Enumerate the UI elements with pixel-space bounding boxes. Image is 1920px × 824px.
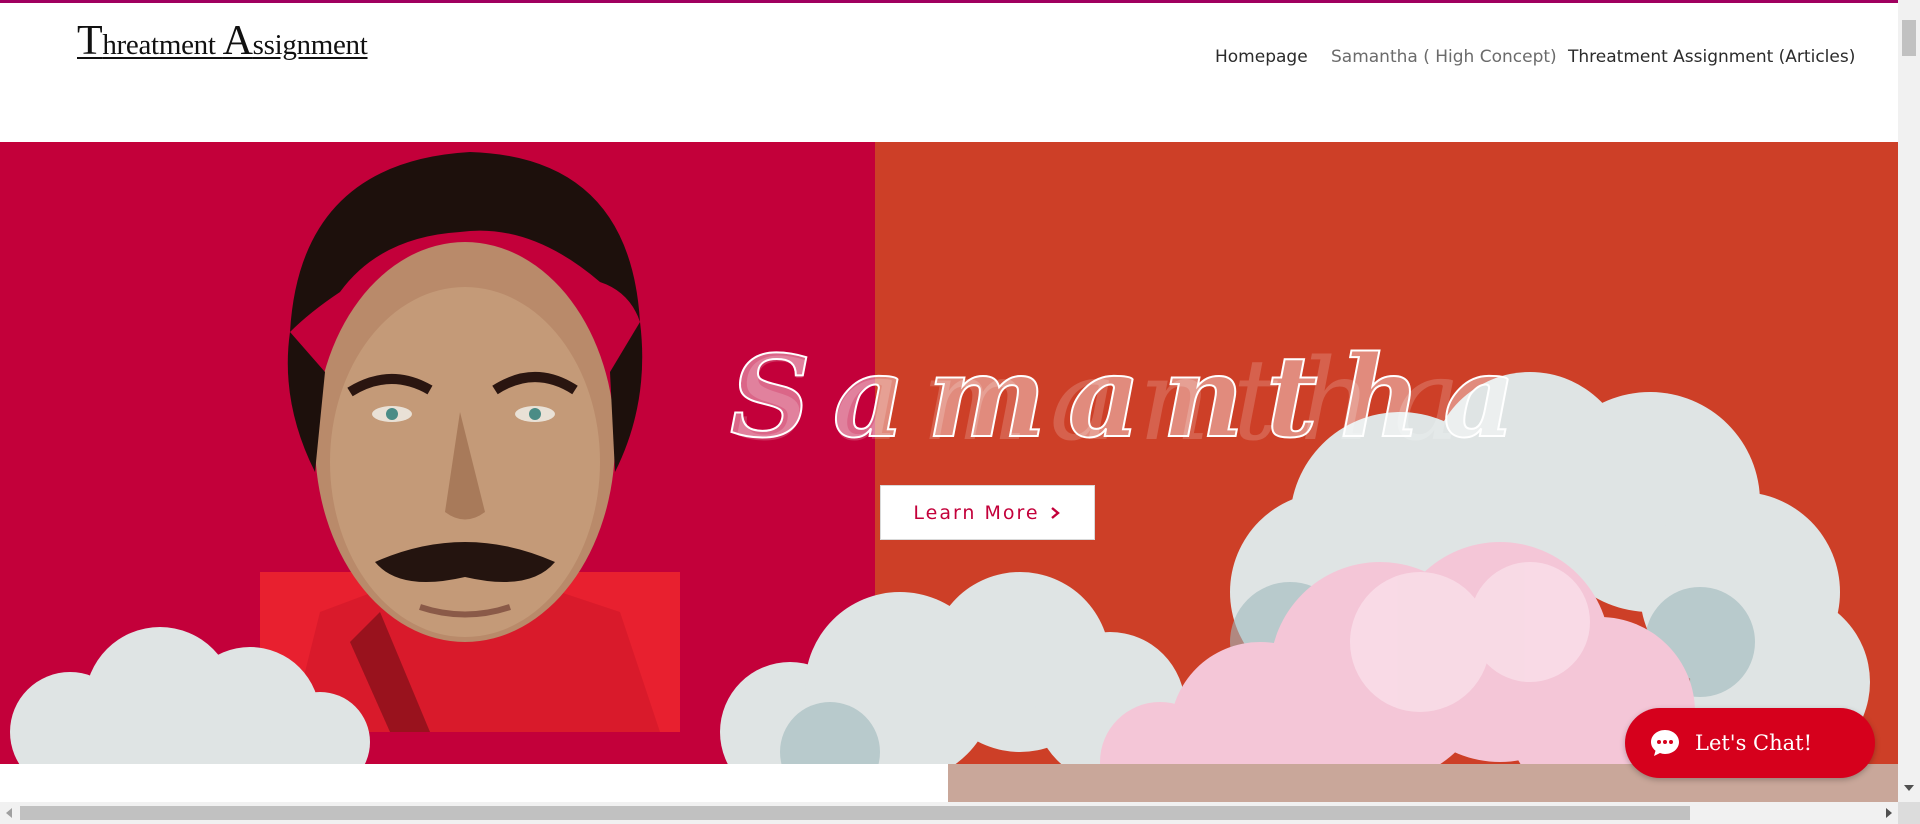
site-logo[interactable]: Threatment Assignment	[77, 17, 368, 65]
logo-text-1: hreatment	[102, 29, 223, 61]
hero-section: Samantha Samantha Learn More	[0, 142, 1898, 764]
vertical-scroll-thumb[interactable]	[1902, 20, 1916, 56]
learn-more-label: Learn More	[913, 501, 1040, 524]
chevron-right-icon	[1050, 506, 1060, 519]
scrollbar-corner	[1898, 802, 1920, 824]
nav-item-homepage[interactable]: Homepage	[1215, 47, 1308, 67]
logo-cap-2: A	[222, 18, 253, 64]
lets-chat-button[interactable]: Let's Chat!	[1625, 708, 1875, 778]
nav-item-articles[interactable]: Threatment Assignment (Articles)	[1568, 47, 1855, 67]
logo-text-2: ssignment	[252, 29, 368, 61]
learn-more-button[interactable]: Learn More	[880, 485, 1095, 540]
vertical-scrollbar[interactable]	[1898, 0, 1920, 802]
scroll-down-arrow-icon[interactable]	[1904, 785, 1914, 791]
logo-cap-1: T	[77, 18, 103, 64]
nav-item-samantha[interactable]: Samantha ( High Concept)	[1331, 47, 1557, 67]
chat-bubble-icon	[1651, 730, 1679, 756]
scroll-right-arrow-icon[interactable]	[1886, 808, 1892, 818]
chat-label: Let's Chat!	[1695, 731, 1813, 755]
horizontal-scrollbar[interactable]	[0, 802, 1898, 824]
site-header: Threatment Assignment Homepage Samantha …	[0, 3, 1898, 142]
next-section-left	[0, 764, 948, 802]
horizontal-scroll-thumb[interactable]	[20, 806, 1690, 820]
scroll-left-arrow-icon[interactable]	[6, 808, 12, 818]
hero-title: Samantha	[729, 331, 1538, 464]
